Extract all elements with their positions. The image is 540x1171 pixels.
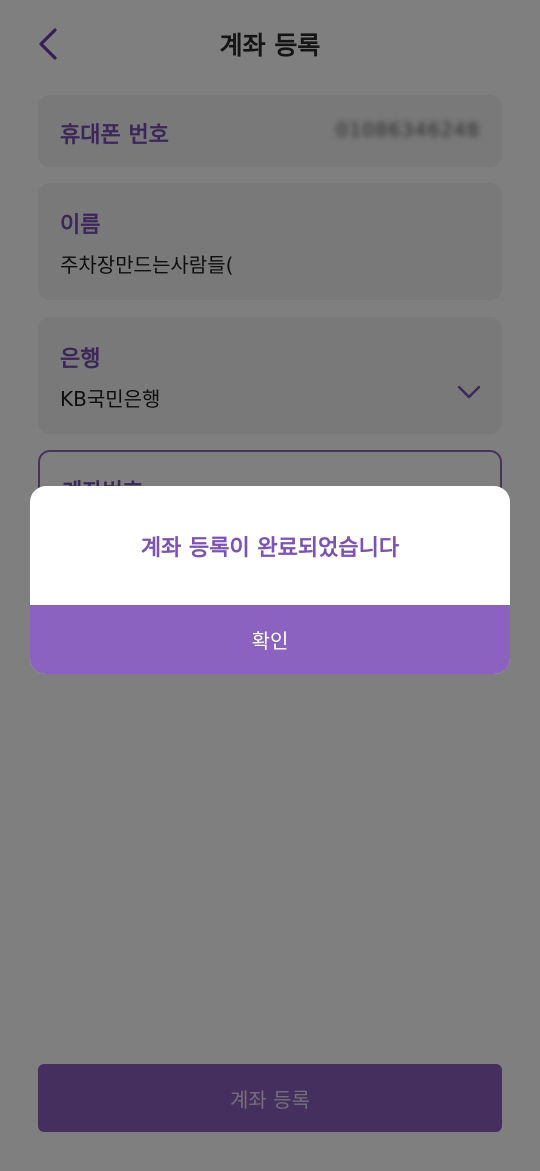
confirm-button[interactable]: 확인 xyxy=(30,605,510,674)
dialog-message: 계좌 등록이 완료되었습니다 xyxy=(140,536,400,561)
completion-dialog: 계좌 등록이 완료되었습니다 확인 xyxy=(30,486,510,674)
